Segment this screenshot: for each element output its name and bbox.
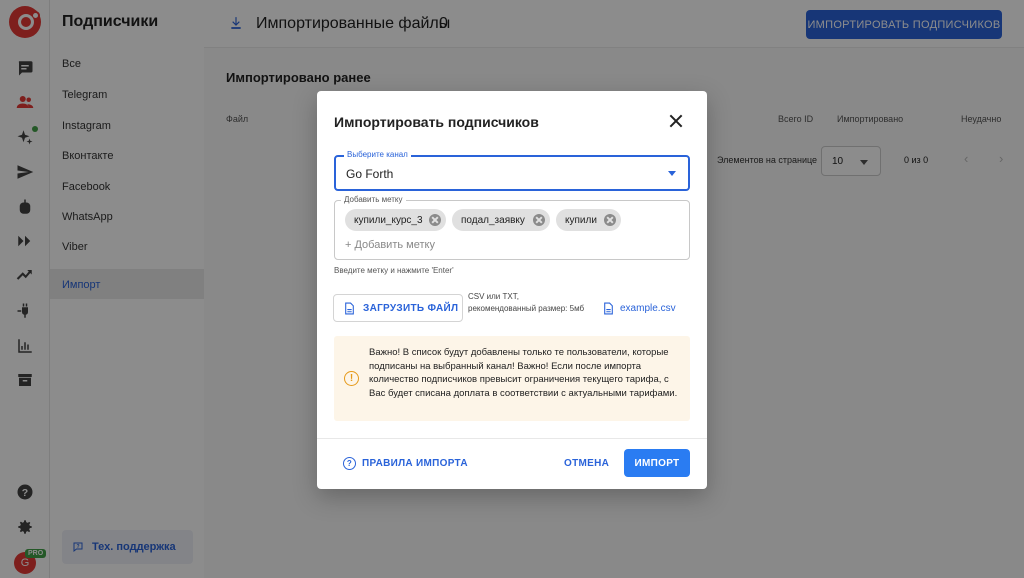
- upload-file-label: ЗАГРУЗИТЬ ФАЙЛ: [363, 302, 459, 314]
- channel-select[interactable]: Выберите канал Go Forth: [334, 150, 690, 191]
- tags-field[interactable]: Добавить метку купили_курс_3 подал_заявк…: [334, 195, 690, 260]
- warning-box: ! Важно! В список будут добавлены только…: [334, 336, 690, 421]
- example-file-link[interactable]: example.csv: [603, 302, 676, 315]
- tags-helper-text: Введите метку и нажмите 'Enter': [334, 266, 454, 275]
- dialog-title: Импортировать подписчиков: [334, 114, 539, 130]
- question-icon: ?: [343, 457, 356, 470]
- file-format-note: CSV или TXT, рекомендованный размер: 5мб: [468, 292, 585, 313]
- import-rules-button[interactable]: ? ПРАВИЛА ИМПОРТА: [343, 457, 468, 470]
- tags-field-label: Добавить метку: [341, 195, 406, 204]
- tag-chip-label: купили_курс_3: [354, 214, 423, 226]
- tag-chip: подал_заявку: [452, 209, 550, 231]
- add-tag-input[interactable]: + Добавить метку: [345, 239, 435, 251]
- info-warning-icon: !: [344, 371, 359, 386]
- file-icon: [345, 302, 354, 314]
- cancel-button[interactable]: ОТМЕНА: [564, 458, 609, 469]
- channel-select-value: Go Forth: [346, 167, 394, 181]
- example-file-label: example.csv: [620, 303, 676, 314]
- warning-text: Важно! В список будут добавлены только т…: [369, 347, 678, 399]
- channel-select-label: Выберите канал: [344, 150, 411, 159]
- import-rules-label: ПРАВИЛА ИМПОРТА: [362, 458, 468, 469]
- remove-tag-icon[interactable]: [533, 214, 545, 226]
- close-icon[interactable]: [668, 113, 684, 129]
- chevron-down-icon: [668, 171, 676, 176]
- remove-tag-icon[interactable]: [429, 214, 441, 226]
- tag-chip-label: подал_заявку: [461, 214, 525, 226]
- tag-chip: купили_курс_3: [345, 209, 446, 231]
- footer-divider: [317, 438, 707, 439]
- tag-chip: купили: [556, 209, 621, 231]
- import-dialog: Импортировать подписчиков Выберите канал…: [317, 91, 707, 489]
- import-button[interactable]: ИМПОРТ: [624, 449, 690, 477]
- document-icon: [604, 302, 613, 315]
- tag-chip-label: купили: [565, 214, 597, 226]
- upload-file-button[interactable]: ЗАГРУЗИТЬ ФАЙЛ: [333, 294, 463, 322]
- remove-tag-icon[interactable]: [604, 214, 616, 226]
